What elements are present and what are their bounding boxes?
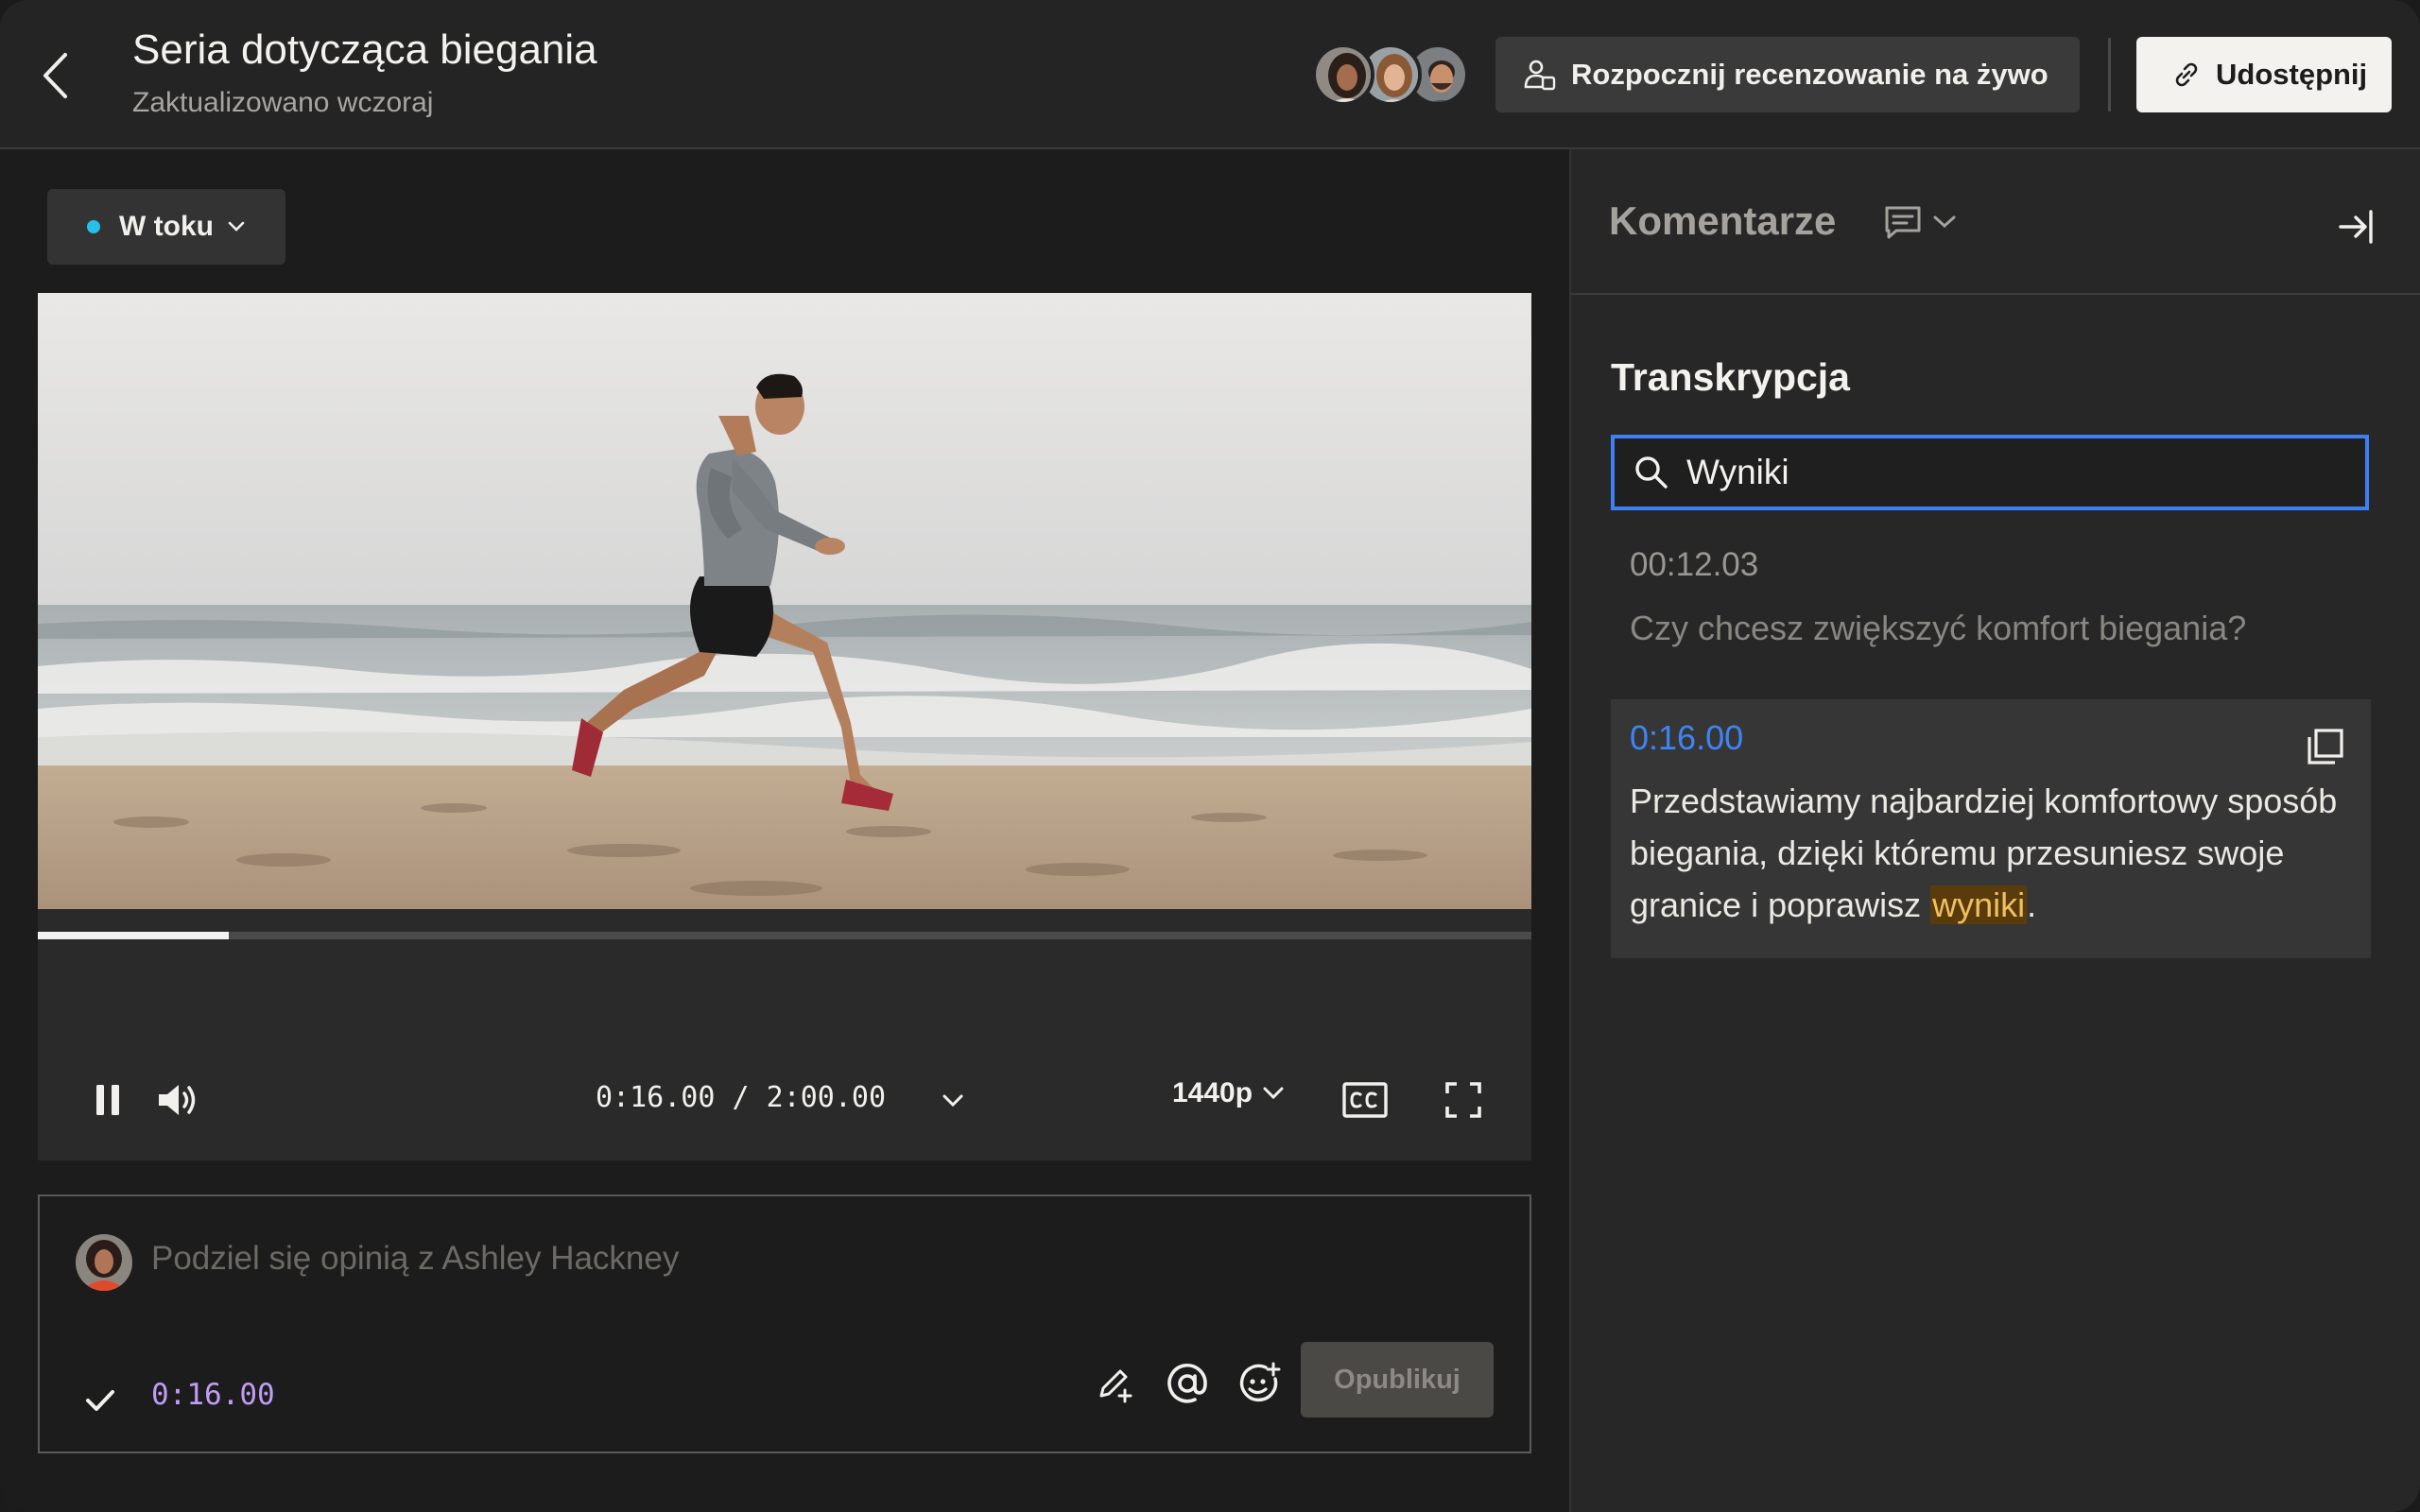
copy-button[interactable] bbox=[2303, 724, 2348, 769]
transcript-text: Przedstawiamy najbardziej komfortowy spo… bbox=[1630, 775, 2367, 931]
timestamp-toggle[interactable] bbox=[81, 1382, 119, 1419]
video-player: 0:16.00 / 2:00.00 1440p bbox=[38, 293, 1531, 1160]
avatar bbox=[76, 1234, 132, 1291]
annotate-button[interactable] bbox=[1087, 1355, 1144, 1412]
comments-panel: Komentarze Transkrypcja 00:12.03 Czy chc… bbox=[1569, 149, 2420, 1512]
panel-header: Komentarze bbox=[1571, 149, 2420, 295]
pause-button[interactable] bbox=[79, 1072, 136, 1128]
transcript-search-input[interactable] bbox=[1686, 453, 2329, 492]
transcript-entry-active[interactable]: 0:16.00 Przedstawiamy najbardziej komfor… bbox=[1611, 699, 2371, 958]
pause-icon bbox=[96, 1085, 119, 1115]
status-label: W toku bbox=[119, 211, 214, 242]
captions-button[interactable] bbox=[1337, 1072, 1393, 1128]
volume-button[interactable] bbox=[149, 1072, 206, 1128]
chevron-down-icon bbox=[228, 221, 245, 232]
duration: 2:00.00 bbox=[766, 1081, 887, 1114]
time-options-button[interactable] bbox=[934, 1077, 972, 1125]
fullscreen-button[interactable] bbox=[1435, 1072, 1492, 1128]
avatar[interactable] bbox=[1312, 43, 1374, 106]
comment-input[interactable]: Podziel się opinią z Ashley Hackney bbox=[151, 1240, 679, 1278]
link-icon bbox=[2175, 62, 2198, 87]
copy-icon bbox=[2308, 729, 2343, 765]
collapse-panel-button[interactable] bbox=[2327, 198, 2384, 255]
publish-label: Opublikuj bbox=[1334, 1364, 1461, 1395]
status-dropdown[interactable]: W toku bbox=[47, 189, 285, 265]
emoji-add-icon bbox=[1239, 1362, 1281, 1402]
collaborator-avatars[interactable] bbox=[1312, 43, 1469, 106]
chevron-down-icon bbox=[1933, 215, 1956, 229]
status-dot bbox=[87, 220, 100, 233]
header-divider bbox=[2108, 38, 2111, 112]
playback-time: 0:16.00 / 2:00.00 bbox=[596, 1081, 886, 1114]
panel-title: Komentarze bbox=[1609, 198, 1837, 243]
back-button[interactable] bbox=[34, 47, 76, 104]
quality-dropdown[interactable]: 1440p bbox=[1172, 1077, 1285, 1109]
transcript-title: Transkrypcja bbox=[1611, 355, 1850, 399]
collapse-right-icon bbox=[2339, 210, 2373, 244]
video-frame[interactable] bbox=[38, 293, 1531, 909]
share-button[interactable]: Udostępnij bbox=[2136, 37, 2392, 112]
playback-progress-bar[interactable] bbox=[38, 932, 1531, 939]
volume-icon bbox=[159, 1085, 196, 1115]
chevron-down-icon bbox=[1263, 1087, 1284, 1100]
start-live-review-button[interactable]: Rozpocznij recenzowanie na żywo bbox=[1495, 37, 2080, 112]
chevron-left-icon bbox=[43, 53, 67, 98]
current-time: 0:16.00 bbox=[596, 1081, 716, 1114]
time-separator: / bbox=[715, 1081, 767, 1114]
check-icon bbox=[86, 1390, 114, 1411]
pen-plus-icon bbox=[1099, 1369, 1132, 1403]
comment-filter-dropdown[interactable] bbox=[1883, 204, 1959, 240]
cc-icon bbox=[1342, 1082, 1388, 1118]
share-label: Udostępnij bbox=[2216, 58, 2368, 91]
comment-icon bbox=[1885, 206, 1921, 239]
search-icon bbox=[1635, 456, 1668, 489]
comment-composer: Podziel się opinią z Ashley Hackney 0:16… bbox=[38, 1194, 1531, 1453]
quality-label: 1440p bbox=[1172, 1077, 1253, 1108]
transcript-timestamp[interactable]: 00:12.03 bbox=[1630, 546, 2367, 584]
video-still-runner-beach bbox=[38, 293, 1531, 909]
transcript-search[interactable] bbox=[1611, 435, 2369, 510]
mention-button[interactable] bbox=[1159, 1355, 1216, 1412]
app-window: Seria dotycząca biegania Zaktualizowano … bbox=[0, 0, 2420, 1512]
transcript-text: Czy chcesz zwiększyć komfort biegania? bbox=[1630, 609, 2247, 647]
search-highlight: wyniki bbox=[1930, 885, 2028, 924]
transcript-text-after: . bbox=[2027, 885, 2037, 924]
start-live-review-label: Rozpocznij recenzowanie na żywo bbox=[1571, 58, 2048, 91]
publish-button[interactable]: Opublikuj bbox=[1301, 1342, 1494, 1418]
top-bar: Seria dotycząca biegania Zaktualizowano … bbox=[0, 0, 2420, 149]
people-icon bbox=[1524, 60, 1556, 91]
fullscreen-icon bbox=[1445, 1082, 1481, 1118]
transcript-entry[interactable]: 00:12.03 Czy chcesz zwiększyć komfort bi… bbox=[1630, 546, 2367, 648]
at-icon bbox=[1167, 1363, 1207, 1403]
emoji-button[interactable] bbox=[1231, 1355, 1288, 1412]
page-subtitle: Zaktualizowano wczoraj bbox=[132, 87, 434, 118]
playback-progress-fill bbox=[38, 932, 230, 939]
comment-timestamp: 0:16.00 bbox=[151, 1378, 275, 1412]
chevron-down-icon bbox=[942, 1094, 963, 1108]
transcript-timestamp[interactable]: 0:16.00 bbox=[1630, 718, 2352, 758]
page-title: Seria dotycząca biegania bbox=[132, 26, 597, 73]
